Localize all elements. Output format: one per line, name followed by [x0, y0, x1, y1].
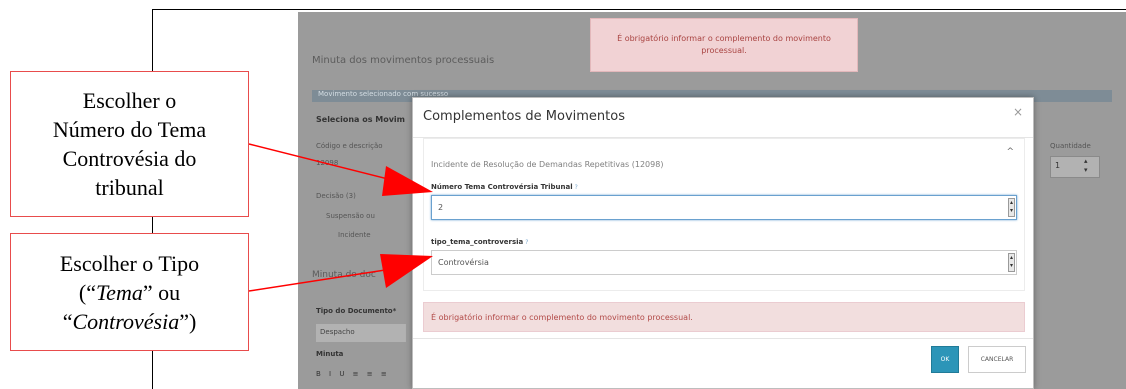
validation-alert: É obrigatório informar o complemento do …: [423, 302, 1025, 332]
movement-panel: ^ Incidente de Resolução de Demandas Rep…: [423, 138, 1025, 291]
callout2-open2: “: [62, 308, 73, 334]
quantity-stepper[interactable]: 1: [1050, 156, 1100, 178]
callout2-controversia: Controvésia: [72, 308, 180, 334]
quantity-label: Quantidade: [1050, 142, 1091, 150]
callout2-middle: ” ou: [142, 279, 181, 305]
tipo-tema-select[interactable]: Controvérsia ▴ ▾: [431, 250, 1017, 275]
tema-number-select[interactable]: 2 ▴ ▾: [431, 195, 1017, 220]
code-label: Código e descrição: [316, 142, 383, 150]
tema-number-value: 2: [438, 203, 444, 212]
frame-top-line: [152, 9, 1126, 10]
editor-toolbar[interactable]: B I U ≡ ≡ ≡: [316, 370, 390, 378]
minuta-doc-title: Minuta do doc: [312, 270, 376, 280]
select-arrows-icon[interactable]: ▴ ▾: [1008, 253, 1015, 272]
minuta-label: Minuta: [316, 350, 344, 358]
tipo-tema-label: tipo_tema_controversia?: [431, 238, 528, 246]
doc-type-select[interactable]: Despacho: [316, 324, 406, 342]
error-toast-text: É obrigatório informar o complemento do …: [617, 34, 831, 55]
help-icon[interactable]: ?: [575, 184, 578, 191]
close-icon[interactable]: ×: [1013, 105, 1023, 119]
callout2-tema: Tema: [95, 279, 143, 305]
callout2-close: ”): [179, 308, 197, 334]
ok-button[interactable]: OK: [931, 346, 959, 373]
callout1-line3: Controvésia do: [62, 146, 197, 171]
error-toast: É obrigatório informar o complemento do …: [590, 18, 858, 72]
callout1-line2: Número do Tema: [52, 117, 207, 142]
callout2-line1: Escolher o Tipo: [59, 250, 200, 276]
chevron-up-icon[interactable]: ^: [1006, 147, 1014, 157]
callout-tipo: Escolher o Tipo (“Tema” ou “Controvésia”…: [10, 233, 249, 351]
tree-item-incidente[interactable]: Incidente: [338, 231, 371, 239]
select-label: Seleciona os Movim: [316, 115, 406, 124]
callout-tema-number: Escolher o Número do Tema Controvésia do…: [10, 71, 249, 217]
cancel-button[interactable]: CANCELAR: [968, 346, 1026, 373]
section-title: Minuta dos movimentos processuais: [312, 55, 495, 66]
tree-item-decisao[interactable]: Decisão (3): [316, 192, 356, 200]
panel-title: Incidente de Resolução de Demandas Repet…: [431, 160, 664, 169]
help-icon[interactable]: ?: [525, 239, 528, 246]
complementos-modal: Complementos de Movimentos × ^ Incidente…: [412, 97, 1034, 389]
tema-number-label: Número Tema Controvérsia Tribunal?: [431, 183, 578, 191]
tipo-tema-label-text: tipo_tema_controversia: [431, 238, 524, 246]
callout1-line4: tribunal: [95, 175, 164, 200]
select-arrows-icon[interactable]: ▴ ▾: [1008, 198, 1015, 217]
callout2-line2: (“Tema” ou: [60, 278, 199, 307]
callout2-line3: “Controvésia”): [60, 307, 199, 336]
tree-item-suspensao[interactable]: Suspensão ou: [326, 212, 375, 220]
callout1-line1: Escolher o: [82, 88, 177, 113]
code-value: 12098: [316, 159, 339, 167]
tema-number-label-text: Número Tema Controvérsia Tribunal: [431, 183, 573, 191]
tipo-tema-value: Controvérsia: [438, 258, 489, 267]
callout2-open: (“: [78, 279, 96, 305]
doc-type-label: Tipo do Documento*: [316, 307, 397, 315]
modal-footer-divider: [413, 338, 1033, 339]
spinner-arrows-icon[interactable]: ▴ ▾: [1084, 157, 1088, 175]
modal-title: Complementos de Movimentos: [423, 109, 625, 124]
